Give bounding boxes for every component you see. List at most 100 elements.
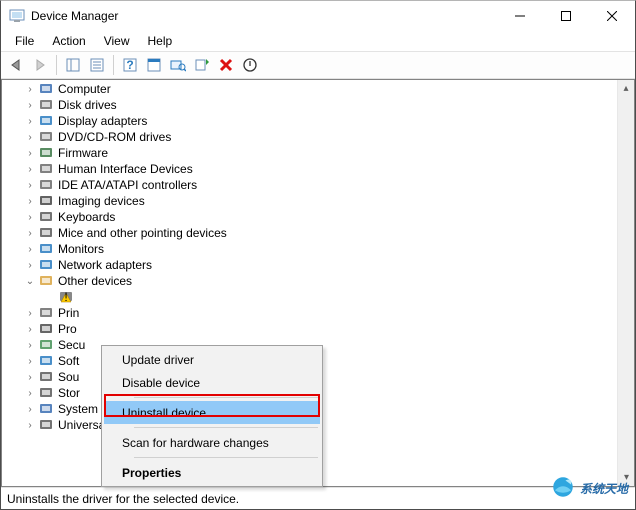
tree-label: Stor (58, 386, 80, 400)
expander-icon[interactable]: › (22, 129, 38, 145)
toolbar: ? (1, 51, 635, 79)
tree-node[interactable]: › Network adapters (2, 257, 634, 273)
toolbar-separator (113, 55, 114, 75)
context-menu-item[interactable]: Scan for hardware changes (104, 431, 320, 454)
tree-label: Other devices (58, 274, 132, 288)
tree-label: Prin (58, 306, 79, 320)
device-category-icon (38, 177, 54, 193)
context-menu-item[interactable]: Uninstall device (104, 401, 320, 424)
disable-button[interactable] (239, 54, 261, 76)
context-menu-separator (134, 397, 318, 398)
tree-node[interactable]: › Disk drives (2, 97, 634, 113)
expander-icon[interactable]: › (22, 161, 38, 177)
tree-node[interactable]: › DVD/CD-ROM drives (2, 129, 634, 145)
device-category-icon (38, 385, 54, 401)
expander-icon[interactable]: › (22, 257, 38, 273)
expander-icon[interactable]: › (22, 385, 38, 401)
scrollbar[interactable]: ▴ ▾ (617, 80, 634, 486)
expander-icon[interactable]: › (22, 241, 38, 257)
expander-icon[interactable]: › (22, 305, 38, 321)
device-category-icon (38, 225, 54, 241)
device-category-icon (38, 321, 54, 337)
unknown-device-icon: ! (58, 289, 74, 305)
device-category-icon (38, 257, 54, 273)
expander-icon[interactable]: › (22, 81, 38, 97)
expander-icon[interactable]: › (22, 417, 38, 433)
device-category-icon (38, 241, 54, 257)
update-driver-button[interactable] (191, 54, 213, 76)
menu-help[interactable]: Help (140, 32, 181, 50)
expander-icon[interactable]: › (22, 97, 38, 113)
tree-label: Secu (58, 338, 85, 352)
properties-button[interactable] (86, 54, 108, 76)
tree-node[interactable]: › Mice and other pointing devices (2, 225, 634, 241)
context-menu-item[interactable]: Properties (104, 461, 320, 484)
tree-node[interactable]: › Computer (2, 81, 634, 97)
device-category-icon (38, 273, 54, 289)
expander-icon[interactable]: › (22, 113, 38, 129)
tree-label: Mice and other pointing devices (58, 226, 227, 240)
tree-node[interactable]: › Human Interface Devices (2, 161, 634, 177)
minimize-button[interactable] (497, 1, 543, 31)
tree-node[interactable]: › Prin (2, 305, 634, 321)
expander-icon[interactable]: › (22, 369, 38, 385)
device-category-icon (38, 161, 54, 177)
tree-label: Pro (58, 322, 77, 336)
tree-node[interactable]: ⌄ Other devices (2, 273, 634, 289)
expander-icon[interactable]: › (22, 337, 38, 353)
context-menu-separator (134, 457, 318, 458)
statusbar: Uninstalls the driver for the selected d… (1, 487, 635, 509)
back-button[interactable] (5, 54, 27, 76)
context-menu-separator (134, 427, 318, 428)
tree-label: Imaging devices (58, 194, 145, 208)
action-button[interactable] (143, 54, 165, 76)
uninstall-button[interactable] (215, 54, 237, 76)
expander-icon[interactable]: › (22, 353, 38, 369)
context-menu-item[interactable]: Update driver (104, 348, 320, 371)
maximize-button[interactable] (543, 1, 589, 31)
tree-label: Computer (58, 82, 111, 96)
device-category-icon (38, 145, 54, 161)
device-category-icon (38, 305, 54, 321)
tree-label: Network adapters (58, 258, 152, 272)
tree-node[interactable]: ›Firmware (2, 145, 634, 161)
watermark: 系统天地 (550, 474, 628, 503)
tree-node[interactable]: ›Keyboards (2, 209, 634, 225)
tree-label: Display adapters (58, 114, 147, 128)
tree-label: Soft (58, 354, 79, 368)
menu-file[interactable]: File (7, 32, 42, 50)
menu-action[interactable]: Action (44, 32, 93, 50)
expander-icon[interactable]: ⌄ (22, 273, 38, 289)
tree-node-unknown-device[interactable]: ! (2, 289, 634, 305)
help-button[interactable]: ? (119, 54, 141, 76)
close-button[interactable] (589, 1, 635, 31)
menu-view[interactable]: View (96, 32, 138, 50)
tree-node[interactable]: ›IDE ATA/ATAPI controllers (2, 177, 634, 193)
expander-icon[interactable]: › (22, 209, 38, 225)
device-category-icon (38, 209, 54, 225)
forward-button[interactable] (29, 54, 51, 76)
tree-label: Disk drives (58, 98, 117, 112)
tree-label: DVD/CD-ROM drives (58, 130, 171, 144)
expander-icon[interactable]: › (22, 145, 38, 161)
tree-node[interactable]: ›Monitors (2, 241, 634, 257)
expander-icon[interactable]: › (22, 177, 38, 193)
tree-node[interactable]: › Pro (2, 321, 634, 337)
context-menu-item[interactable]: Disable device (104, 371, 320, 394)
tree-label: Human Interface Devices (58, 162, 193, 176)
tree-node[interactable]: › Imaging devices (2, 193, 634, 209)
scan-hardware-button[interactable] (167, 54, 189, 76)
expander-icon[interactable]: › (22, 401, 38, 417)
window-title: Device Manager (31, 9, 497, 23)
device-category-icon (38, 353, 54, 369)
scroll-up-icon[interactable]: ▴ (618, 80, 634, 97)
device-category-icon (38, 81, 54, 97)
expander-icon[interactable]: › (22, 321, 38, 337)
device-category-icon (38, 113, 54, 129)
titlebar: Device Manager (1, 1, 635, 31)
tree-node[interactable]: › Display adapters (2, 113, 634, 129)
show-hide-tree-button[interactable] (62, 54, 84, 76)
expander-icon[interactable]: › (22, 225, 38, 241)
menubar: File Action View Help (1, 31, 635, 51)
expander-icon[interactable]: › (22, 193, 38, 209)
